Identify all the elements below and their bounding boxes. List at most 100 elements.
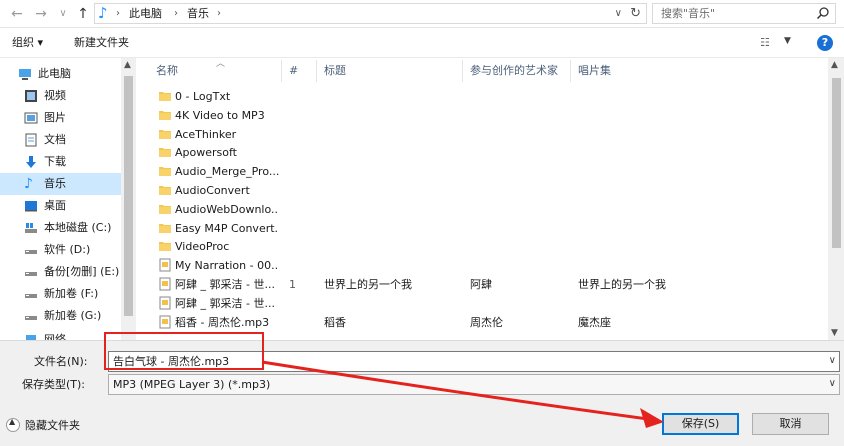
- search-icon[interactable]: [816, 6, 830, 20]
- nav-item-label: 文档: [44, 133, 66, 146]
- file-row[interactable]: AceThinker: [136, 125, 828, 144]
- cancel-button[interactable]: 取消: [752, 413, 829, 435]
- file-row[interactable]: AudioWebDownlo...: [136, 200, 828, 219]
- file-row[interactable]: 0 - LogTxt: [136, 87, 828, 106]
- column-header-title[interactable]: 标题: [324, 64, 346, 78]
- organize-menu[interactable]: 组织 ▾: [12, 36, 43, 50]
- column-divider[interactable]: [570, 60, 571, 82]
- file-list-scroll-thumb[interactable]: [832, 78, 841, 248]
- nav-item-label: 新加卷 (F:): [44, 287, 99, 300]
- scroll-up-icon[interactable]: ▲: [831, 60, 838, 70]
- folder-icon: [159, 110, 171, 120]
- folder-icon: [159, 242, 171, 252]
- file-name: My Narration - 00...: [175, 259, 279, 273]
- audio-file-icon: [159, 315, 171, 329]
- column-header-artist[interactable]: 参与创作的艺术家: [470, 64, 558, 78]
- nav-item-music[interactable]: ♪ 音乐: [0, 173, 121, 195]
- path-breadcrumb[interactable]: ♪ › 此电脑 › 音乐 › ∨ ↻: [94, 3, 647, 24]
- breadcrumb-this-pc[interactable]: 此电脑: [129, 6, 162, 21]
- nav-item-video[interactable]: 视频: [0, 85, 121, 107]
- nav-item-drive-c[interactable]: 本地磁盘 (C:): [0, 217, 121, 239]
- file-row[interactable]: 阿肆 _ 郭采洁 - 世...: [136, 294, 828, 313]
- command-toolbar: 组织 ▾ 新建文件夹 ☷ ▼ ?: [0, 28, 844, 58]
- column-divider[interactable]: [316, 60, 317, 82]
- drive-icon: [25, 294, 37, 298]
- column-header-name[interactable]: 名称: [156, 64, 178, 78]
- file-list-scrollbar[interactable]: ▲ ▼: [828, 58, 844, 340]
- help-icon[interactable]: ?: [817, 35, 833, 51]
- column-divider[interactable]: [462, 60, 463, 82]
- nav-item-network[interactable]: 网络: [0, 329, 121, 340]
- folder-icon: [159, 223, 171, 233]
- nav-item-drive-g[interactable]: 新加卷 (G:): [0, 305, 121, 327]
- annotation-highlight-box: [104, 332, 264, 370]
- audio-file-icon: [159, 277, 171, 291]
- nav-item-this-pc[interactable]: 此电脑: [0, 63, 121, 85]
- view-options-icon[interactable]: ☷: [760, 36, 770, 49]
- nav-item-drive-f[interactable]: 新加卷 (F:): [0, 283, 121, 305]
- save-type-value: MP3 (MPEG Layer 3) (*.mp3): [113, 378, 271, 391]
- nav-scrollbar[interactable]: ▲: [121, 58, 136, 340]
- file-row[interactable]: Easy M4P Convert...: [136, 219, 828, 238]
- search-placeholder: 搜索"音乐": [661, 7, 716, 20]
- chevron-down-icon[interactable]: ∨: [829, 355, 836, 366]
- chevron-right-icon[interactable]: ›: [174, 6, 178, 21]
- drive-icon: [25, 272, 37, 276]
- nav-item-label: 音乐: [44, 177, 66, 190]
- folder-icon: [159, 129, 171, 139]
- file-name: 0 - LogTxt: [175, 90, 231, 103]
- save-button[interactable]: 保存(S): [662, 413, 739, 435]
- file-name: 阿肆 _ 郭采洁 - 世...: [175, 296, 275, 310]
- nav-scroll-thumb[interactable]: [124, 76, 133, 316]
- column-divider[interactable]: [281, 60, 282, 82]
- save-type-select[interactable]: MP3 (MPEG Layer 3) (*.mp3) ∨: [108, 374, 840, 395]
- nav-item-label: 本地磁盘 (C:): [44, 221, 112, 234]
- document-icon: [25, 133, 37, 147]
- file-artist: 周杰伦: [470, 315, 503, 329]
- file-row[interactable]: My Narration - 00...: [136, 256, 828, 275]
- column-header-number[interactable]: #: [289, 64, 298, 78]
- new-folder-button[interactable]: 新建文件夹: [74, 36, 129, 50]
- nav-item-desktop[interactable]: 桌面: [0, 195, 121, 217]
- forward-arrow-icon[interactable]: →: [32, 5, 50, 23]
- nav-item-label: 此电脑: [38, 67, 71, 80]
- refresh-icon[interactable]: ↻: [630, 5, 641, 22]
- file-artist: 阿肆: [470, 278, 492, 291]
- file-row[interactable]: Audio_Merge_Pro...: [136, 162, 828, 181]
- audio-file-icon: [159, 258, 171, 272]
- nav-item-pictures[interactable]: 图片: [0, 107, 121, 129]
- chevron-down-icon[interactable]: ▼: [784, 36, 791, 46]
- nav-item-drive-e[interactable]: 备份[勿删] (E:): [0, 261, 121, 283]
- nav-item-documents[interactable]: 文档: [0, 129, 121, 151]
- chevron-right-icon[interactable]: ›: [217, 6, 221, 21]
- nav-item-label: 软件 (D:): [44, 243, 91, 256]
- chevron-down-icon[interactable]: ∨: [829, 378, 836, 389]
- folder-icon: [159, 148, 171, 158]
- file-name: 稻香 - 周杰伦.mp3: [175, 315, 270, 329]
- picture-icon: [24, 112, 38, 124]
- file-name: 4K Video to MP3: [175, 108, 265, 122]
- recent-locations-icon[interactable]: ∨: [54, 5, 72, 23]
- file-row[interactable]: VideoProc: [136, 237, 828, 256]
- nav-item-downloads[interactable]: 下载: [0, 151, 121, 173]
- chevron-right-icon[interactable]: ›: [116, 6, 120, 21]
- breadcrumb-music[interactable]: 音乐: [187, 6, 209, 21]
- nav-item-label: 图片: [44, 111, 66, 124]
- scroll-up-icon[interactable]: ▲: [124, 60, 131, 70]
- file-row[interactable]: 稻香 - 周杰伦.mp3 稻香 周杰伦 魔杰座: [136, 313, 828, 332]
- nav-item-label: 下载: [44, 155, 66, 168]
- file-row[interactable]: 阿肆 _ 郭采洁 - 世... 1 世界上的另一个我 阿肆 世界上的另一个我: [136, 275, 828, 294]
- up-arrow-icon[interactable]: ↑: [74, 5, 92, 23]
- file-name: AudioWebDownlo...: [175, 202, 279, 216]
- file-row[interactable]: 4K Video to MP3: [136, 106, 828, 125]
- column-header-album[interactable]: 唱片集: [578, 64, 611, 78]
- file-row[interactable]: AudioConvert: [136, 181, 828, 200]
- back-arrow-icon[interactable]: ←: [8, 5, 26, 23]
- folder-icon: [159, 186, 171, 195]
- nav-item-drive-d[interactable]: 软件 (D:): [0, 239, 121, 261]
- scroll-down-icon[interactable]: ▼: [831, 328, 838, 338]
- file-row[interactable]: Apowersoft: [136, 143, 828, 162]
- nav-item-label: 视频: [44, 89, 66, 102]
- chevron-down-icon[interactable]: ∨: [615, 6, 622, 21]
- search-input[interactable]: 搜索"音乐": [652, 3, 836, 24]
